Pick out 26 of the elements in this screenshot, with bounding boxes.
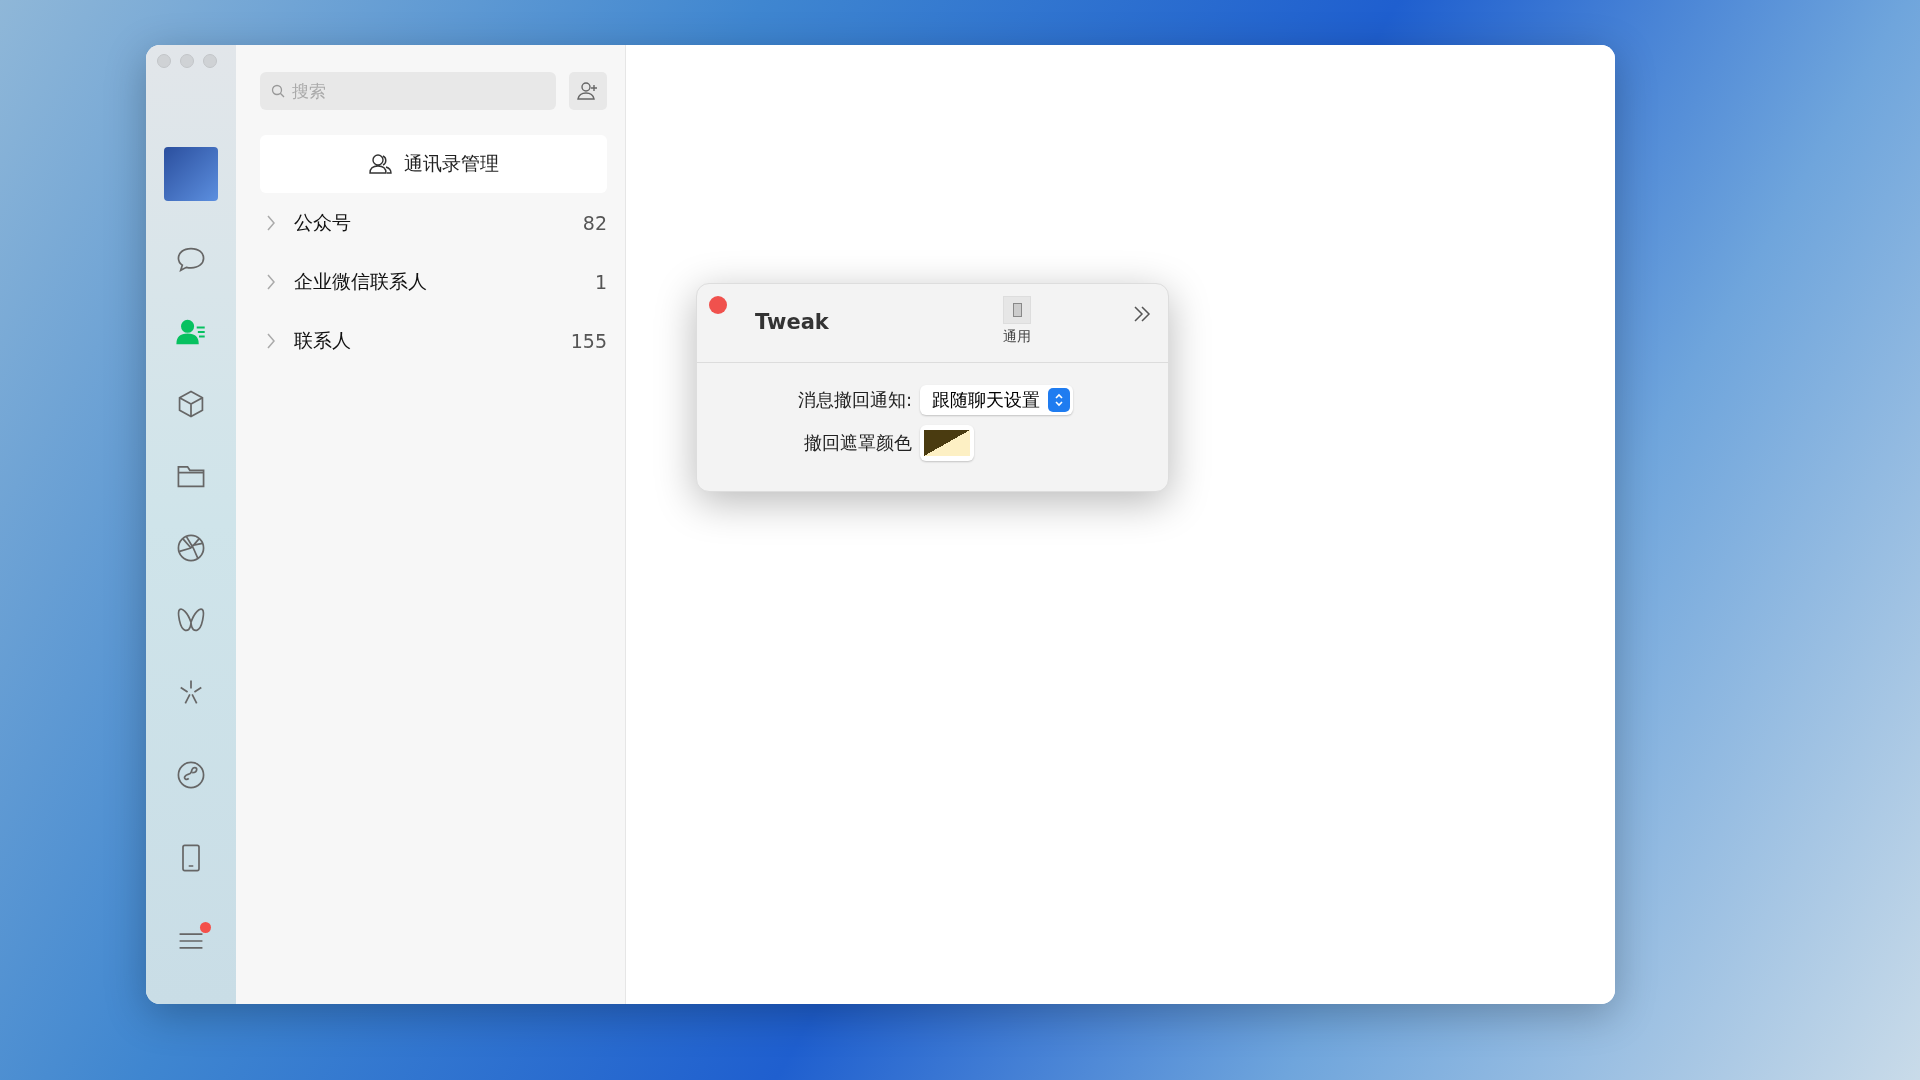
popup-button[interactable]: 跟随聊天设置 <box>920 385 1073 415</box>
setting-label: 消息撤回通知: <box>796 388 912 412</box>
group-count: 1 <box>594 270 607 293</box>
toolbar-tab[interactable]: 通用 <box>1000 296 1034 346</box>
contact-group-row[interactable]: 企业微信联系人 1 <box>266 252 607 311</box>
contacts-manage-button[interactable]: 通讯录管理 <box>260 135 607 193</box>
link-circle-icon[interactable] <box>175 759 207 791</box>
switch-icon <box>1003 296 1031 324</box>
stepper-icon <box>1048 388 1070 412</box>
close-button[interactable] <box>709 296 727 314</box>
group-name: 公众号 <box>294 209 352 235</box>
group-name: 联系人 <box>294 327 352 353</box>
group-name: 企业微信联系人 <box>294 268 428 294</box>
dialog-title: Tweak <box>755 310 829 334</box>
contact-group-row[interactable]: 联系人 155 <box>266 311 607 370</box>
aperture-icon[interactable] <box>175 532 207 564</box>
group-count: 82 <box>582 211 607 234</box>
search-field[interactable]: 搜索 <box>260 72 556 110</box>
add-person-icon <box>577 81 599 101</box>
add-contact-button[interactable] <box>569 72 607 110</box>
contact-group-row[interactable]: 公众号 82 <box>266 193 607 252</box>
contacts-icon <box>368 153 394 175</box>
search-icon <box>271 84 285 98</box>
group-count: 155 <box>570 329 607 352</box>
setting-label: 撤回遮罩颜色 <box>803 431 912 455</box>
chevrons-icon[interactable] <box>1132 304 1152 324</box>
